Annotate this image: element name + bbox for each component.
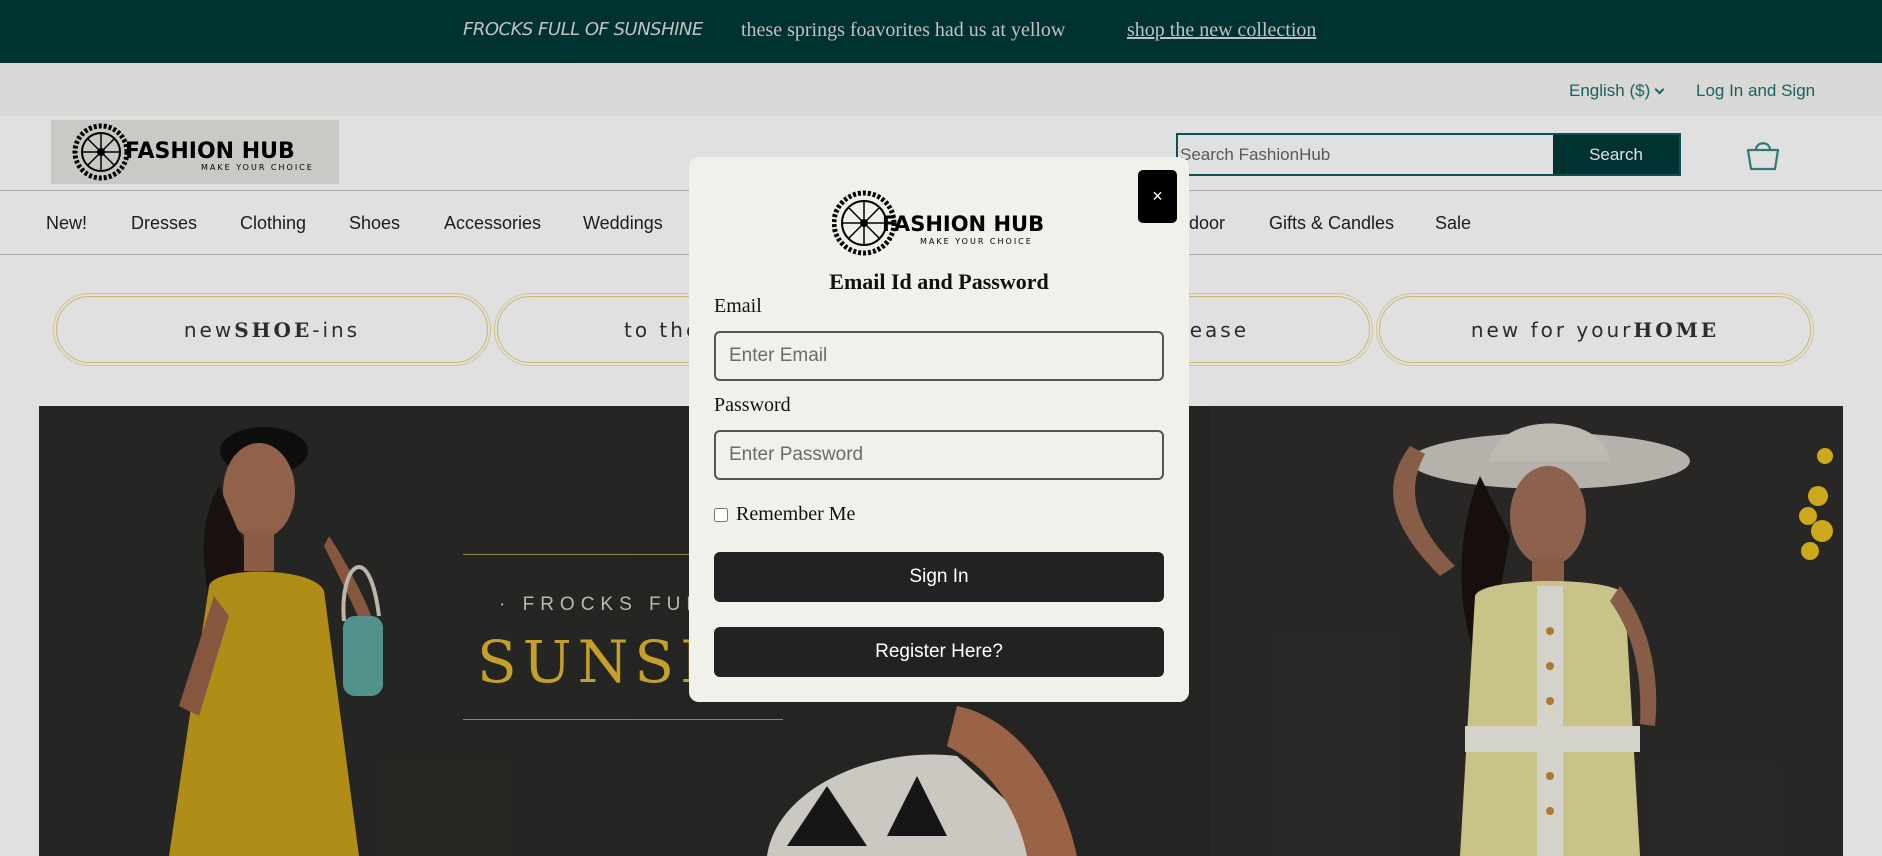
remember-me-checkbox[interactable] xyxy=(714,507,728,522)
login-modal: × FASHION HUB MAKE YOUR CHOICE Email Id … xyxy=(689,157,1189,702)
password-label: Password xyxy=(714,394,791,416)
remember-me: Remember Me xyxy=(714,503,855,526)
password-field[interactable] xyxy=(714,430,1164,480)
close-button[interactable]: × xyxy=(1138,170,1177,223)
register-button[interactable]: Register Here? xyxy=(714,627,1164,677)
modal-logo-tagline: MAKE YOUR CHOICE xyxy=(920,237,1033,246)
sign-in-button[interactable]: Sign In xyxy=(714,552,1164,602)
email-field[interactable] xyxy=(714,331,1164,381)
modal-logo: FASHION HUB MAKE YOUR CHOICE xyxy=(831,187,1044,259)
remember-me-label: Remember Me xyxy=(736,503,856,525)
close-icon: × xyxy=(1152,186,1163,206)
modal-logo-text: FASHION HUB xyxy=(882,212,1044,236)
modal-title: Email Id and Password xyxy=(829,269,1049,294)
email-label: Email xyxy=(714,295,762,317)
